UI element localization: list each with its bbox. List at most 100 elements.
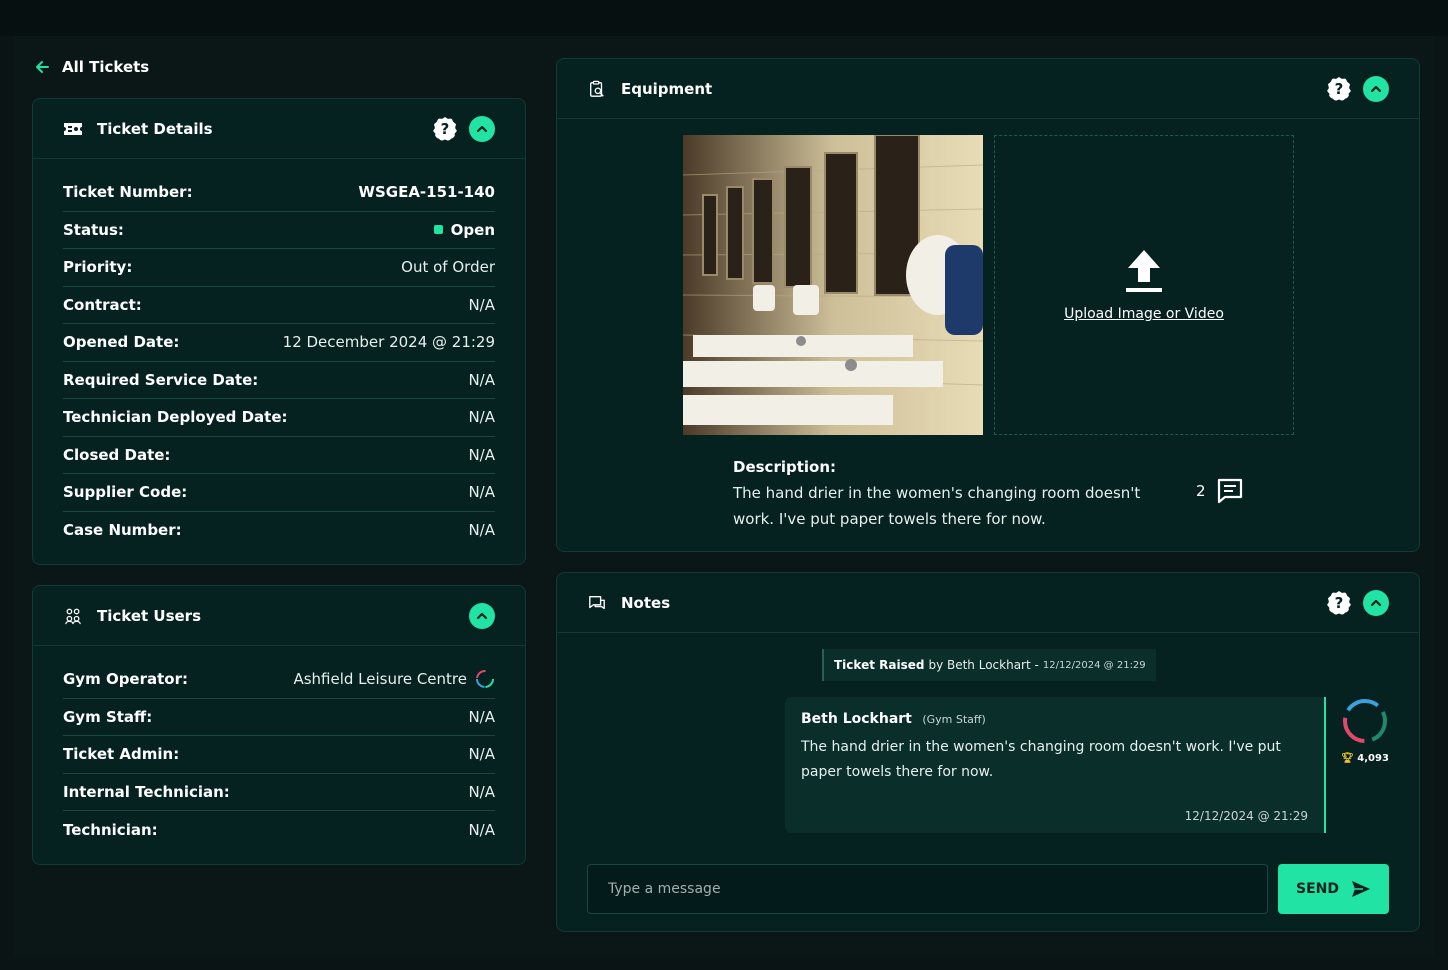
upload-link[interactable]: Upload Image or Video [1064, 306, 1224, 322]
equipment-title: Equipment [621, 79, 713, 98]
collapse-button[interactable] [1363, 590, 1389, 616]
status-indicator-icon [433, 225, 443, 235]
detail-row-supplier-code: Supplier Code: N/A [63, 474, 495, 512]
upload-dropzone[interactable]: Upload Image or Video [994, 135, 1294, 435]
description-label: Description: [733, 458, 837, 476]
detail-value: N/A [468, 521, 495, 540]
message-author: Beth Lockhart [801, 711, 912, 727]
message-composer: SEND [587, 864, 1389, 914]
avatar[interactable]: 🏆︎ 4,093 [1340, 697, 1390, 764]
status-text: Open [450, 220, 495, 239]
back-to-all-tickets-link[interactable]: All Tickets [34, 58, 149, 76]
detail-row-priority: Priority: Out of Order [63, 249, 495, 287]
help-icon[interactable]: ? [1327, 77, 1351, 101]
detail-value: Out of Order [401, 258, 495, 277]
back-link-label: All Tickets [62, 58, 150, 76]
chat-icon [587, 593, 607, 613]
clipboard-search-icon [587, 79, 607, 99]
ticket-users-list: Gym Operator: Ashfield Leisure Centre Gy… [33, 646, 525, 849]
user-row-internal-technician: Internal Technician: N/A [63, 774, 495, 811]
trophy-icon: 🏆︎ [1341, 753, 1354, 764]
detail-label: Technician Deployed Date: [63, 408, 288, 427]
detail-label: Opened Date: [63, 333, 180, 352]
help-icon[interactable]: ? [433, 117, 457, 141]
message-time: 12/12/2024 @ 21:29 [1184, 809, 1308, 823]
detail-value: N/A [468, 295, 495, 314]
note-message: Beth Lockhart (Gym Staff) The hand drier… [785, 697, 1326, 833]
ticket-users-title: Ticket Users [97, 606, 202, 625]
ticket-raised-event: Ticket Raised by Beth Lockhart - 12/12/2… [822, 649, 1156, 681]
detail-row-contract: Contract: N/A [63, 287, 495, 324]
points-badge: 🏆︎ 4,093 [1340, 753, 1390, 764]
user-label: Internal Technician: [63, 782, 230, 801]
equipment-header: Equipment ? [557, 59, 1419, 119]
notes-panel: Notes ? Ticket Raised by Beth Lockhart -… [556, 572, 1420, 932]
detail-row-required-service-date: Required Service Date: N/A [63, 362, 495, 399]
detail-row-closed-date: Closed Date: N/A [63, 437, 495, 474]
arrow-left-icon [36, 61, 49, 73]
detail-label: Required Service Date: [63, 370, 259, 389]
user-value: N/A [468, 745, 495, 764]
detail-value: N/A [468, 408, 495, 427]
chevron-up-icon [476, 612, 488, 620]
detail-value: N/A [468, 370, 495, 389]
event-time: 12/12/2024 @ 21:29 [1042, 659, 1146, 671]
equipment-photo[interactable] [683, 135, 983, 435]
gym-operator-name[interactable]: Ashfield Leisure Centre [293, 670, 467, 688]
detail-value: N/A [468, 483, 495, 502]
notes-title: Notes [621, 593, 671, 612]
comment-count: 2 [1196, 482, 1206, 500]
chevron-up-icon [1370, 85, 1382, 93]
status-value: Open [433, 220, 495, 239]
ticket-users-header: Ticket Users [33, 586, 525, 646]
user-value: N/A [468, 707, 495, 726]
equipment-panel: Equipment ? Upload Image or Video Descri… [556, 58, 1420, 552]
points-value: 4,093 [1357, 753, 1389, 764]
notes-header: Notes ? [557, 573, 1419, 633]
operator-avatar-icon [476, 670, 494, 689]
detail-label: Contract: [63, 295, 142, 314]
user-value: N/A [468, 820, 495, 839]
detail-label: Closed Date: [63, 445, 171, 464]
description-text: The hand drier in the women's changing r… [733, 484, 1141, 528]
detail-value: N/A [468, 445, 495, 464]
detail-row-technician-deployed-date: Technician Deployed Date: N/A [63, 399, 495, 437]
ticket-details-panel: Ticket Details ? Ticket Number: WSGEA-15… [32, 98, 526, 565]
user-label: Gym Staff: [63, 707, 153, 726]
detail-label: Ticket Number: [63, 183, 193, 202]
users-icon [63, 606, 83, 626]
detail-row-ticket-number: Ticket Number: WSGEA-151-140 [63, 174, 495, 212]
user-row-gym-operator: Gym Operator: Ashfield Leisure Centre [63, 661, 495, 699]
collapse-button[interactable] [469, 603, 495, 629]
collapse-button[interactable] [469, 116, 495, 142]
ticket-number-value: WSGEA-151-140 [358, 183, 495, 202]
user-row-gym-staff: Gym Staff: N/A [63, 699, 495, 736]
ticket-details-list: Ticket Number: WSGEA-151-140 Status: Ope… [33, 159, 525, 549]
detail-row-status: Status: Open [63, 212, 495, 249]
chevron-up-icon [476, 125, 488, 133]
user-value: N/A [468, 782, 495, 801]
detail-row-opened-date: Opened Date: 12 December 2024 @ 21:29 [63, 324, 495, 362]
equipment-description: Description: The hand drier in the women… [733, 454, 1253, 532]
event-by: by Beth Lockhart - [928, 658, 1039, 672]
user-label: Gym Operator: [63, 670, 188, 689]
send-button[interactable]: SEND [1278, 864, 1389, 914]
ticket-details-header: Ticket Details ? [33, 99, 525, 159]
user-label: Ticket Admin: [63, 745, 180, 764]
comment-icon [1217, 478, 1242, 504]
comments-button[interactable]: 2 [1196, 477, 1244, 505]
send-icon [1351, 881, 1370, 897]
message-input[interactable] [587, 864, 1268, 914]
detail-label: Case Number: [63, 521, 182, 540]
detail-value: 12 December 2024 @ 21:29 [282, 333, 495, 352]
ticket-users-panel: Ticket Users Gym Operator: Ashfield Leis… [32, 585, 526, 865]
help-icon[interactable]: ? [1327, 591, 1351, 615]
top-bar [0, 0, 1448, 36]
user-row-ticket-admin: Ticket Admin: N/A [63, 736, 495, 774]
user-value: Ashfield Leisure Centre [293, 669, 495, 689]
ticket-details-title: Ticket Details [97, 119, 213, 138]
user-row-technician: Technician: N/A [63, 811, 495, 849]
chevron-up-icon [1370, 599, 1382, 607]
message-text: The hand drier in the women's changing r… [801, 739, 1281, 780]
collapse-button[interactable] [1363, 76, 1389, 102]
